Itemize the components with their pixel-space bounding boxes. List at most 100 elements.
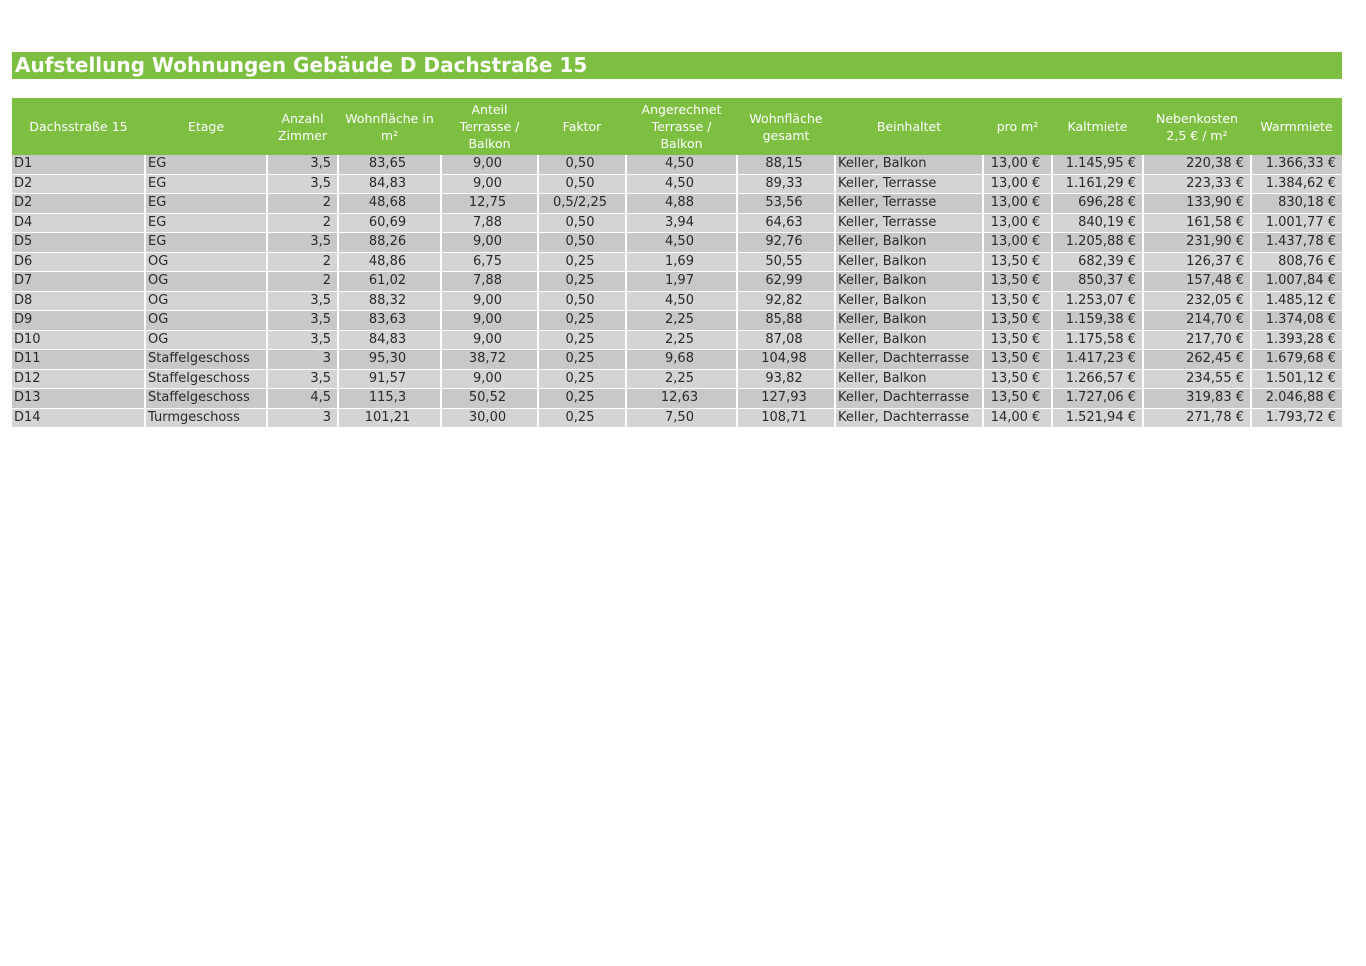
header-kaltmiete: Kaltmiete — [1052, 98, 1143, 155]
cell-faktor: 0,50 — [538, 174, 627, 194]
header-pro-m2: pro m² — [983, 98, 1052, 155]
cell-faktor: 0,25 — [538, 310, 627, 331]
cell-faktor: 0,25 — [538, 330, 627, 350]
cell-nebenkosten: 262,45 € — [1143, 349, 1252, 370]
cell-warmmiete: 808,76 € — [1251, 252, 1342, 272]
cell-anteil: 9,00 — [441, 174, 539, 194]
cell-beinhaltet: Keller, Dachterrasse — [835, 408, 984, 428]
cell-pro-m2: 13,50 € — [983, 252, 1053, 272]
header-anteil-terrasse-balkon: Anteil Terrasse / Balkon — [441, 98, 538, 155]
cell-faktor: 0,25 — [538, 388, 627, 409]
cell-nebenkosten: 157,48 € — [1143, 271, 1252, 292]
cell-nebenkosten: 271,78 € — [1143, 408, 1252, 428]
cell-faktor: 0,50 — [538, 155, 627, 175]
cell-etage: EG — [145, 155, 268, 175]
cell-wohnung: D7 — [12, 271, 146, 292]
cell-pro-m2: 13,50 € — [983, 369, 1053, 389]
table-row: D9 OG 3,5 83,63 9,00 0,25 2,25 85,88 Keller, Bal… — [12, 310, 1342, 331]
cell-beinhaltet: Keller, Balkon — [835, 232, 984, 253]
cell-wohnflaeche: 88,26 — [338, 232, 442, 253]
cell-faktor: 0,25 — [538, 271, 627, 292]
cell-angerechnet: 4,50 — [626, 232, 738, 253]
cell-zimmer: 3,5 — [267, 291, 339, 311]
cell-pro-m2: 14,00 € — [983, 408, 1053, 428]
cell-warmmiete: 1.793,72 € — [1251, 408, 1342, 428]
cell-gesamt: 87,08 — [737, 330, 836, 350]
cell-beinhaltet: Keller, Balkon — [835, 155, 984, 175]
cell-warmmiete: 1.501,12 € — [1251, 369, 1342, 389]
cell-nebenkosten: 126,37 € — [1143, 252, 1252, 272]
cell-zimmer: 3 — [267, 408, 339, 428]
cell-beinhaltet: Keller, Terrasse — [835, 213, 984, 233]
cell-zimmer: 4,5 — [267, 388, 339, 409]
cell-nebenkosten: 220,38 € — [1143, 155, 1252, 175]
cell-warmmiete: 1.485,12 € — [1251, 291, 1342, 311]
cell-warmmiete: 1.437,78 € — [1251, 232, 1342, 253]
cell-kaltmiete: 850,37 € — [1052, 271, 1144, 292]
cell-angerechnet: 9,68 — [626, 349, 738, 370]
table-row: D5 EG 3,5 88,26 9,00 0,50 4,50 92,76 Keller, Bal… — [12, 232, 1342, 253]
cell-faktor: 0,50 — [538, 213, 627, 233]
cell-kaltmiete: 696,28 € — [1052, 193, 1144, 214]
cell-pro-m2: 13,50 € — [983, 271, 1053, 292]
cell-wohnung: D1 — [12, 155, 146, 175]
cell-anteil: 9,00 — [441, 310, 539, 331]
cell-gesamt: 85,88 — [737, 310, 836, 331]
cell-anteil: 6,75 — [441, 252, 539, 272]
cell-wohnflaeche: 101,21 — [338, 408, 442, 428]
cell-angerechnet: 3,94 — [626, 213, 738, 233]
cell-warmmiete: 1.384,62 € — [1251, 174, 1342, 194]
cell-warmmiete: 2.046,88 € — [1251, 388, 1342, 409]
cell-wohnflaeche: 115,3 — [338, 388, 442, 409]
cell-gesamt: 64,63 — [737, 213, 836, 233]
table-row: D2 EG 2 48,68 12,75 0,5/2,25 4,88 53,56 Keller, … — [12, 193, 1342, 214]
cell-beinhaltet: Keller, Balkon — [835, 310, 984, 331]
cell-wohnung: D9 — [12, 310, 146, 331]
cell-gesamt: 50,55 — [737, 252, 836, 272]
cell-kaltmiete: 1.205,88 € — [1052, 232, 1144, 253]
cell-warmmiete: 1.366,33 € — [1251, 155, 1342, 175]
cell-gesamt: 127,93 — [737, 388, 836, 409]
cell-kaltmiete: 682,39 € — [1052, 252, 1144, 272]
cell-nebenkosten: 231,90 € — [1143, 232, 1252, 253]
cell-wohnung: D4 — [12, 213, 146, 233]
cell-zimmer: 3,5 — [267, 330, 339, 350]
cell-faktor: 0,25 — [538, 252, 627, 272]
cell-etage: OG — [145, 310, 268, 331]
cell-wohnung: D2 — [12, 174, 146, 194]
cell-etage: OG — [145, 330, 268, 350]
cell-anteil: 7,88 — [441, 213, 539, 233]
cell-warmmiete: 1.374,08 € — [1251, 310, 1342, 331]
cell-etage: Staffelgeschoss — [145, 349, 268, 370]
header-faktor: Faktor — [538, 98, 626, 155]
cell-faktor: 0,25 — [538, 408, 627, 428]
cell-zimmer: 3,5 — [267, 174, 339, 194]
cell-wohnung: D12 — [12, 369, 146, 389]
cell-pro-m2: 13,50 € — [983, 349, 1053, 370]
cell-faktor: 0,25 — [538, 369, 627, 389]
cell-etage: OG — [145, 271, 268, 292]
cell-etage: OG — [145, 252, 268, 272]
table-row: D2 EG 3,5 84,83 9,00 0,50 4,50 89,33 Keller, Ter… — [12, 174, 1342, 194]
table-row: D11 Staffelgeschoss 3 95,30 38,72 0,25 9,68 104… — [12, 349, 1342, 370]
cell-wohnung: D8 — [12, 291, 146, 311]
cell-nebenkosten: 217,70 € — [1143, 330, 1252, 350]
cell-nebenkosten: 161,58 € — [1143, 213, 1252, 233]
table-row: D10 OG 3,5 84,83 9,00 0,25 2,25 87,08 Keller, Ba… — [12, 330, 1342, 350]
cell-zimmer: 3 — [267, 349, 339, 370]
cell-pro-m2: 13,50 € — [983, 330, 1053, 350]
cell-zimmer: 3,5 — [267, 310, 339, 331]
cell-gesamt: 88,15 — [737, 155, 836, 175]
header-wohnflaeche: Wohnfläche in m² — [338, 98, 441, 155]
cell-beinhaltet: Keller, Terrasse — [835, 174, 984, 194]
cell-angerechnet: 2,25 — [626, 310, 738, 331]
cell-zimmer: 3,5 — [267, 369, 339, 389]
cell-angerechnet: 7,50 — [626, 408, 738, 428]
cell-nebenkosten: 319,83 € — [1143, 388, 1252, 409]
cell-gesamt: 93,82 — [737, 369, 836, 389]
cell-gesamt: 92,82 — [737, 291, 836, 311]
cell-faktor: 0,50 — [538, 232, 627, 253]
cell-gesamt: 89,33 — [737, 174, 836, 194]
table-header-row: Dachsstraße 15 Etage Anzahl Zimmer Wohnfläc… — [12, 98, 1342, 155]
cell-beinhaltet: Keller, Balkon — [835, 291, 984, 311]
